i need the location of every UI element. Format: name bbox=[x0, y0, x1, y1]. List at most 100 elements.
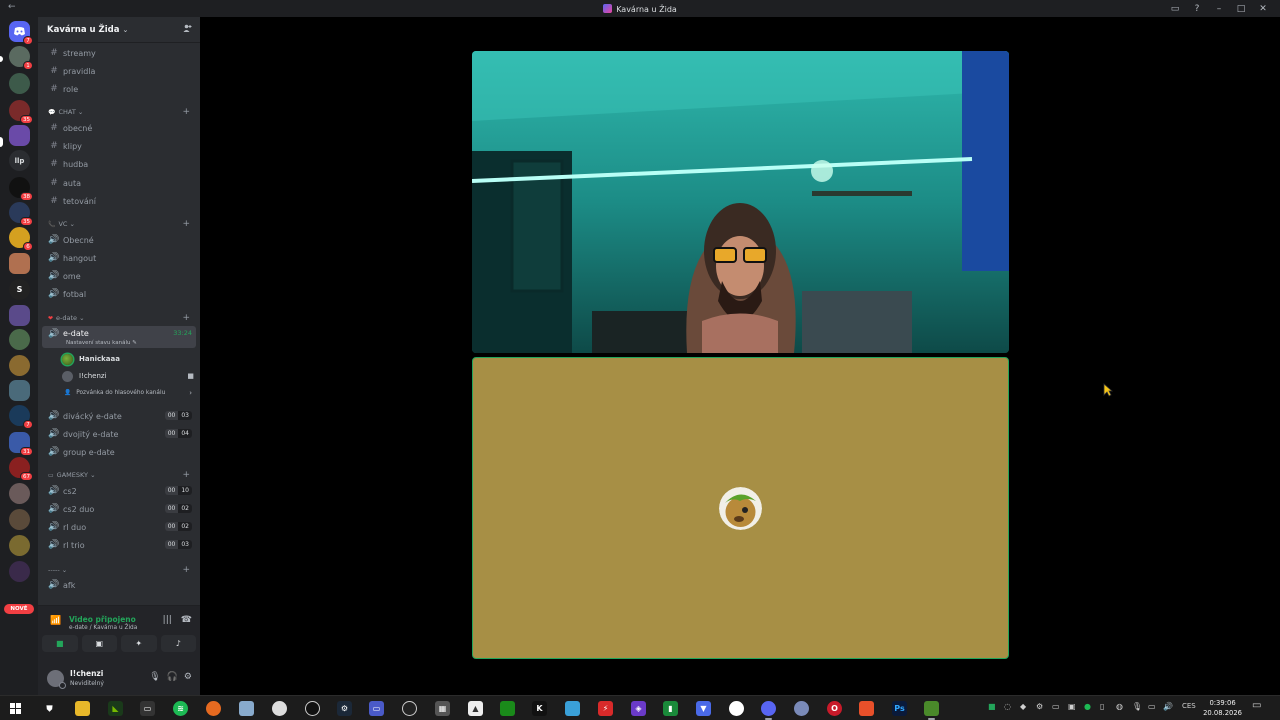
microphone-icon[interactable]: 🎙 bbox=[1132, 702, 1142, 711]
channel-role[interactable]: # role bbox=[42, 81, 196, 97]
voice-channel-group-edate[interactable]: 🔊 group e-date bbox=[42, 444, 196, 460]
notes-app-icon[interactable] bbox=[239, 701, 254, 716]
voice-channel-afk[interactable]: 🔊 afk bbox=[42, 577, 196, 593]
signal-icon[interactable]: 📶 bbox=[50, 616, 61, 626]
channel-pravidla[interactable]: # pravidla bbox=[42, 63, 196, 79]
server-icon[interactable] bbox=[9, 483, 30, 504]
server-icon[interactable] bbox=[9, 125, 30, 146]
app-icon[interactable] bbox=[924, 701, 939, 720]
app-icon[interactable]: ▲ bbox=[468, 701, 483, 716]
server-icon[interactable]: 35 bbox=[9, 202, 33, 226]
remote-desktop-icon[interactable]: ▭ bbox=[369, 701, 384, 716]
back-arrow-icon[interactable]: ← bbox=[8, 2, 16, 12]
channel-obecne[interactable]: # obecné bbox=[42, 120, 196, 136]
app-icon[interactable] bbox=[565, 701, 580, 716]
server-icon[interactable] bbox=[9, 329, 30, 350]
username[interactable]: I!chenzi bbox=[70, 669, 103, 678]
discord-home-icon[interactable]: 7 bbox=[9, 21, 33, 45]
server-icon[interactable]: 7 bbox=[9, 405, 33, 429]
steam-icon[interactable]: ⚙ bbox=[337, 701, 352, 716]
server-icon[interactable]: 31 bbox=[9, 432, 33, 456]
server-icon[interactable]: llp bbox=[9, 150, 30, 171]
soundboard-button[interactable]: ♪ bbox=[160, 635, 196, 652]
server-icon[interactable] bbox=[9, 535, 30, 556]
voice-channel-rl-trio[interactable]: 🔊 rl trio 00 03 bbox=[42, 537, 196, 553]
voice-invite-link[interactable]: 👤 Pozvánka do hlasového kanálu › bbox=[64, 386, 194, 400]
server-icon[interactable] bbox=[9, 509, 30, 530]
voice-channel-hangout[interactable]: 🔊 hangout bbox=[42, 250, 196, 266]
avatar[interactable] bbox=[47, 670, 66, 689]
channel-tetovani[interactable]: # tetování bbox=[42, 193, 196, 209]
close-button[interactable]: ✕ bbox=[1252, 4, 1274, 14]
notifications-icon[interactable]: ▭ bbox=[1252, 700, 1261, 711]
voice-user[interactable]: I!chenzi ■ bbox=[62, 368, 194, 384]
tray-icon[interactable]: ▣ bbox=[1068, 702, 1076, 711]
minimize-button[interactable]: – bbox=[1208, 4, 1230, 14]
noise-suppression-icon[interactable]: ||| bbox=[163, 615, 172, 625]
system-clock[interactable]: 0:39:06 20.08.2026 bbox=[1203, 698, 1242, 718]
channel-streamy[interactable]: # streamy bbox=[42, 45, 196, 61]
app-icon[interactable] bbox=[272, 701, 287, 716]
new-servers-badge[interactable]: NOVÉ bbox=[4, 604, 34, 614]
gear-icon[interactable]: ⚙ bbox=[184, 672, 192, 682]
maximize-button[interactable]: □ bbox=[1230, 4, 1252, 14]
add-channel-icon[interactable]: + bbox=[182, 219, 190, 229]
tray-icon[interactable]: ■ bbox=[988, 702, 996, 711]
app-icon[interactable] bbox=[794, 701, 809, 716]
server-icon[interactable] bbox=[9, 73, 30, 94]
server-icon[interactable]: S bbox=[9, 279, 30, 300]
voice-channel-dvojity-edate[interactable]: 🔊 dvojitý e-date 00 04 bbox=[42, 426, 196, 442]
server-icon[interactable] bbox=[9, 355, 30, 376]
category-gamesky[interactable]: ▭ GAMESKY ⌄ + bbox=[48, 469, 198, 481]
terminal-icon[interactable]: ▭ bbox=[140, 701, 155, 716]
chrome-icon[interactable] bbox=[729, 701, 744, 716]
voice-channel-cs2-duo[interactable]: 🔊 cs2 duo 00 02 bbox=[42, 501, 196, 517]
vpn-icon[interactable]: ▼ bbox=[696, 701, 711, 716]
brave-icon[interactable] bbox=[859, 701, 874, 716]
file-explorer-icon[interactable] bbox=[75, 701, 90, 716]
firefox-icon[interactable] bbox=[206, 701, 221, 716]
channel-hudba[interactable]: # hudba bbox=[42, 156, 196, 172]
tray-icon[interactable]: ◆ bbox=[1020, 702, 1026, 711]
help-icon[interactable]: ? bbox=[1186, 4, 1208, 14]
add-channel-icon[interactable]: + bbox=[182, 565, 190, 575]
tray-icon[interactable]: ▭ bbox=[1052, 702, 1060, 711]
screen-share-button[interactable]: ▣ bbox=[81, 635, 117, 652]
server-icon[interactable]: 1 bbox=[9, 46, 33, 70]
user-tile-camera-off[interactable] bbox=[472, 357, 1009, 659]
server-icon[interactable]: 38 bbox=[9, 177, 33, 201]
network-icon[interactable]: ▭ bbox=[1148, 702, 1156, 711]
server-icon[interactable]: 35 bbox=[9, 100, 33, 124]
language-indicator[interactable]: CES bbox=[1182, 702, 1196, 710]
photoshop-icon[interactable]: Ps bbox=[892, 701, 907, 716]
app-icon[interactable]: ▮ bbox=[663, 701, 678, 716]
server-icon[interactable] bbox=[9, 253, 30, 274]
app-icon[interactable]: ⚡ bbox=[598, 701, 613, 716]
video-tile[interactable] bbox=[472, 51, 1009, 353]
clock-app-icon[interactable] bbox=[305, 701, 320, 716]
calculator-icon[interactable]: ▦ bbox=[435, 701, 450, 716]
voice-channel-ome[interactable]: 🔊 ome bbox=[42, 268, 196, 284]
inbox-icon[interactable]: ▭ bbox=[1164, 4, 1186, 14]
voice-channel-divacky-edate[interactable]: 🔊 divácký e-date 00 03 bbox=[42, 408, 196, 424]
nvidia-icon[interactable]: ◣ bbox=[108, 701, 123, 716]
channel-status-link[interactable]: Nastavení stavu kanálu ✎ bbox=[66, 340, 137, 346]
kick-icon[interactable]: K bbox=[532, 701, 547, 716]
category-misc[interactable]: ----- ⌄ + bbox=[48, 564, 198, 576]
discord-taskbar-icon[interactable] bbox=[761, 701, 776, 720]
add-member-icon[interactable] bbox=[183, 24, 192, 36]
server-icon[interactable] bbox=[9, 305, 30, 326]
category-chat[interactable]: 💬 CHAT ⌄ + bbox=[48, 106, 198, 118]
voice-channel-edate-active[interactable]: 🔊 e-date 33:24 Nastavení stavu kanálu ✎ bbox=[42, 326, 196, 348]
disconnect-icon[interactable]: ☎ bbox=[181, 615, 192, 625]
tray-icon[interactable]: ● bbox=[1084, 702, 1091, 711]
add-channel-icon[interactable]: + bbox=[182, 107, 190, 117]
camera-button[interactable]: ■ bbox=[42, 635, 78, 652]
server-icon[interactable]: 6 bbox=[9, 227, 33, 251]
microphone-icon[interactable]: 🎙 bbox=[149, 672, 160, 682]
shield-icon[interactable]: ⛊ bbox=[42, 701, 57, 716]
tray-icon[interactable]: ◌ bbox=[1004, 702, 1011, 711]
app-icon[interactable] bbox=[500, 701, 515, 716]
add-channel-icon[interactable]: + bbox=[182, 313, 190, 323]
activities-button[interactable]: ✦ bbox=[121, 635, 157, 652]
